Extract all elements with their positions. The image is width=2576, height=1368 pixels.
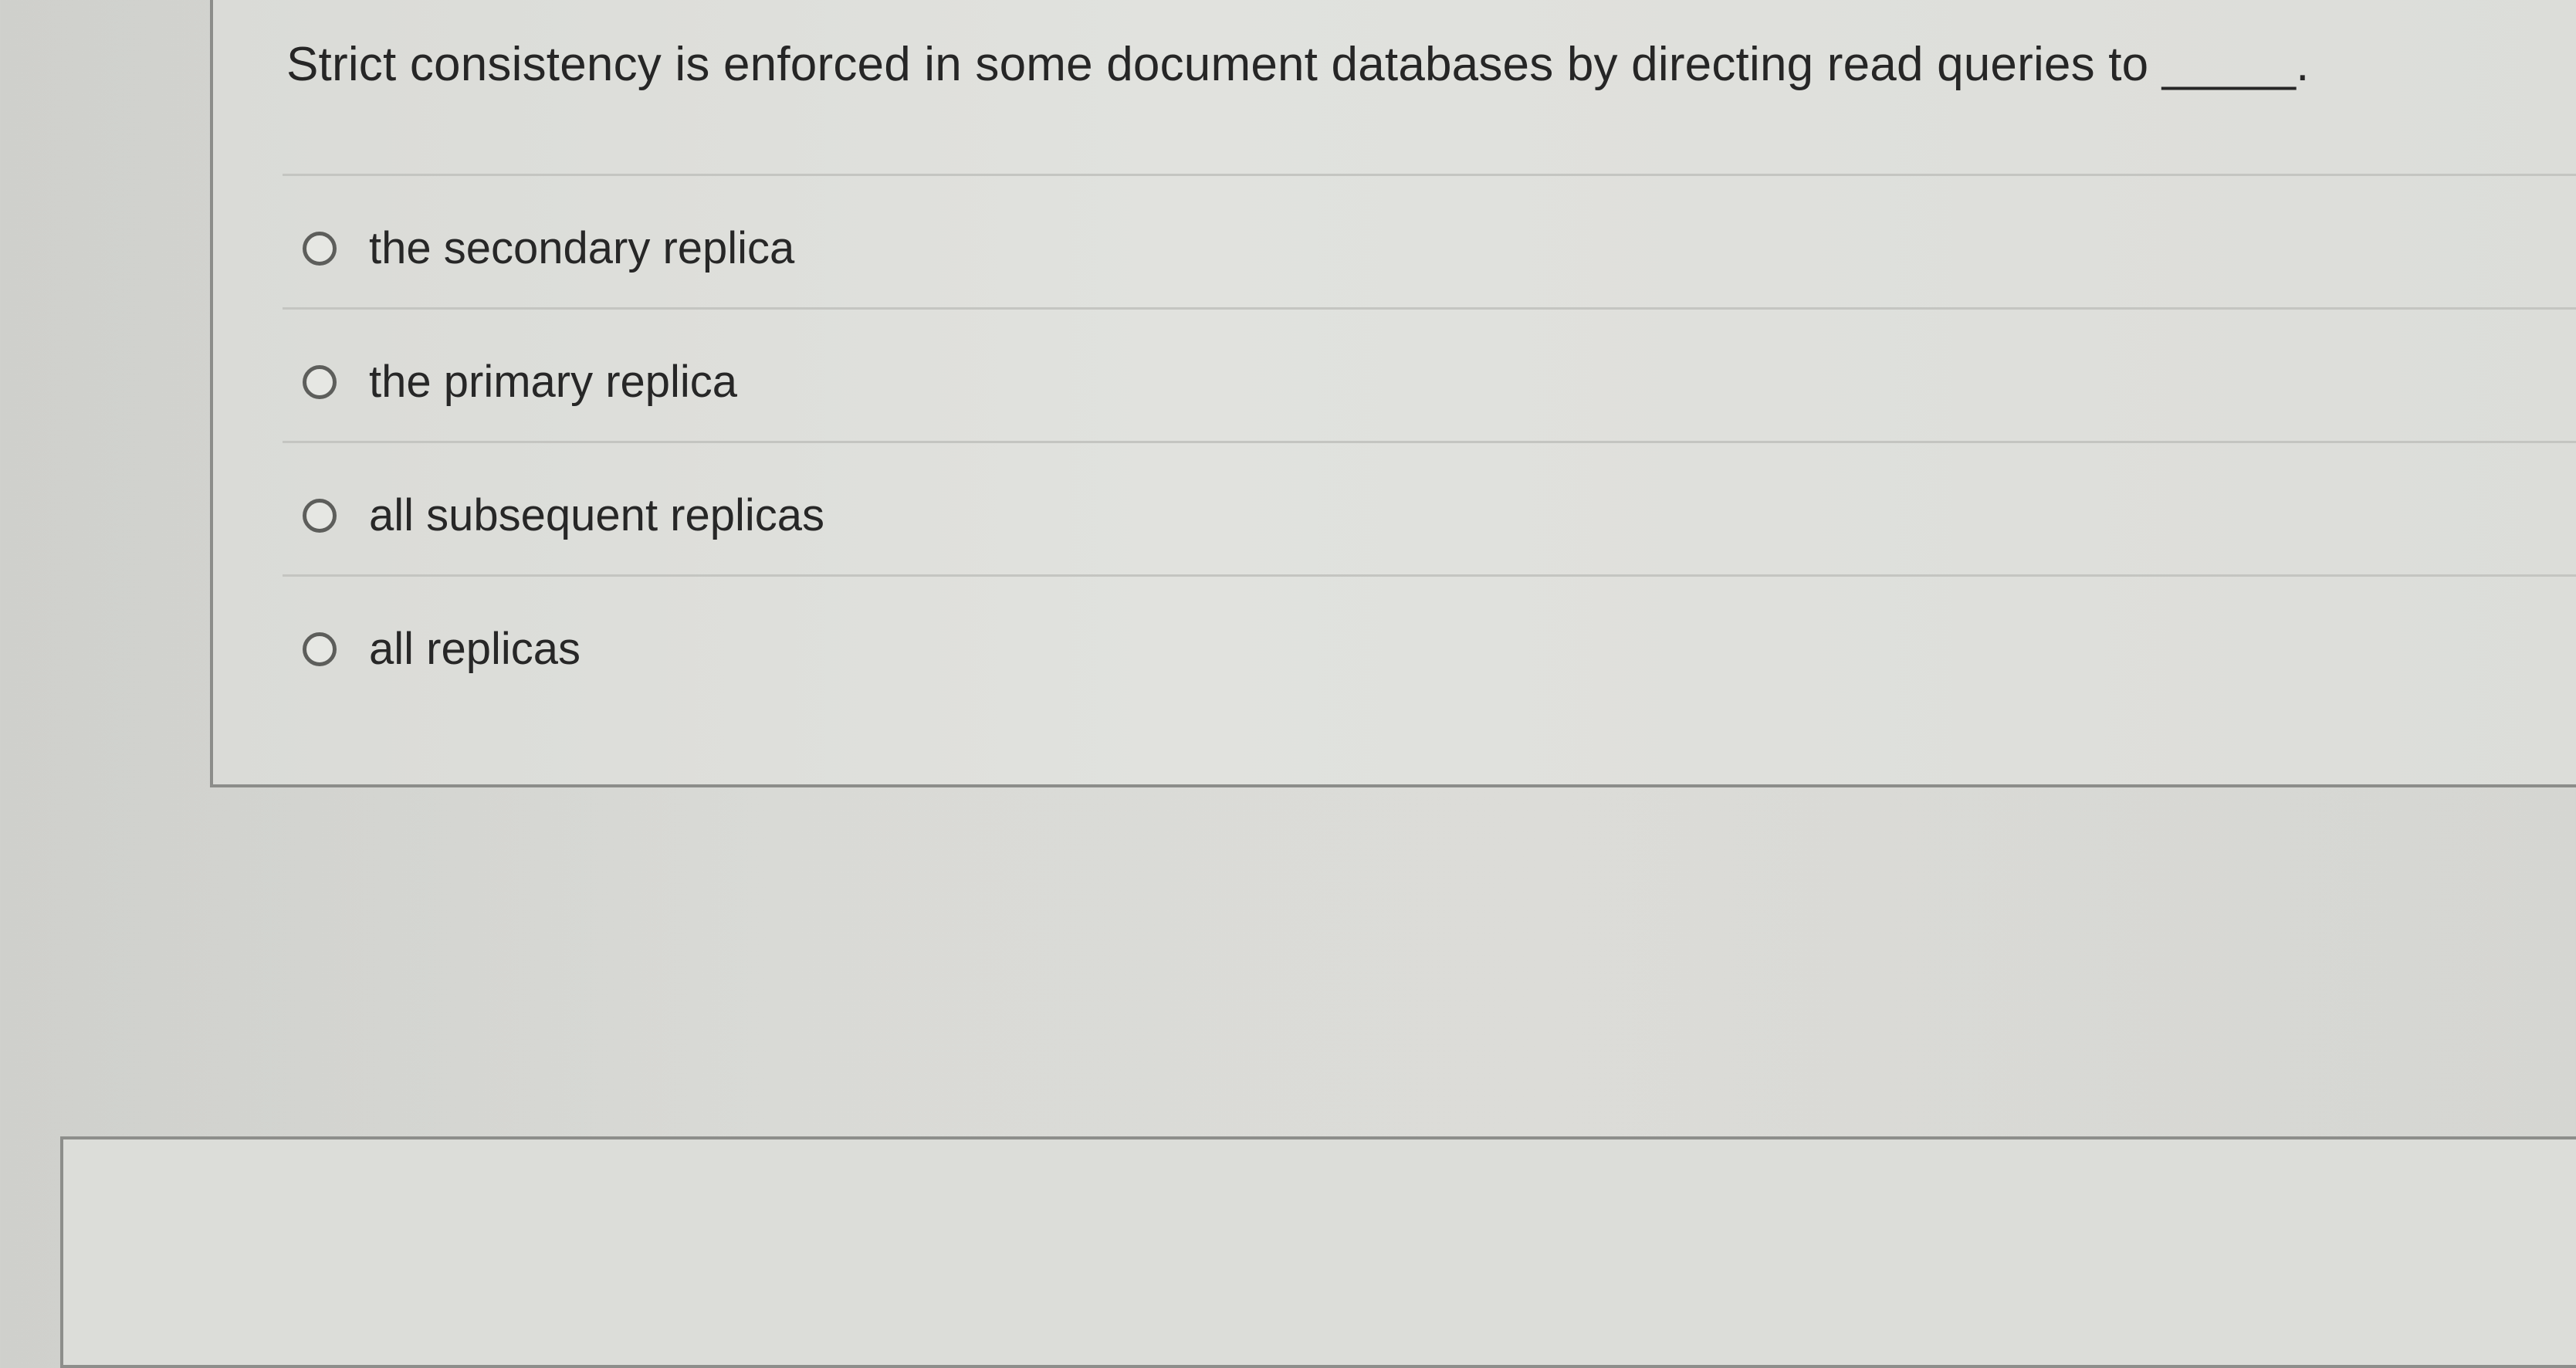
answer-label[interactable]: the primary replica: [369, 356, 737, 408]
radio-button-icon[interactable]: [303, 499, 337, 533]
question-text: Strict consistency is enforced in some d…: [286, 38, 2310, 91]
answer-option-1[interactable]: the secondary replica: [283, 174, 2576, 307]
answer-list: the secondary replica the primary replic…: [283, 174, 2576, 708]
answer-option-3[interactable]: all subsequent replicas: [283, 441, 2576, 574]
answer-label[interactable]: the secondary replica: [369, 222, 794, 274]
answer-option-2[interactable]: the primary replica: [283, 307, 2576, 441]
next-question-card: [60, 1136, 2576, 1368]
question-card: Strict consistency is enforced in some d…: [210, 0, 2576, 787]
answer-label[interactable]: all replicas: [369, 623, 581, 675]
radio-button-icon[interactable]: [303, 232, 337, 266]
radio-button-icon[interactable]: [303, 632, 337, 666]
answer-label[interactable]: all subsequent replicas: [369, 489, 824, 541]
answer-option-4[interactable]: all replicas: [283, 574, 2576, 708]
radio-button-icon[interactable]: [303, 365, 337, 399]
